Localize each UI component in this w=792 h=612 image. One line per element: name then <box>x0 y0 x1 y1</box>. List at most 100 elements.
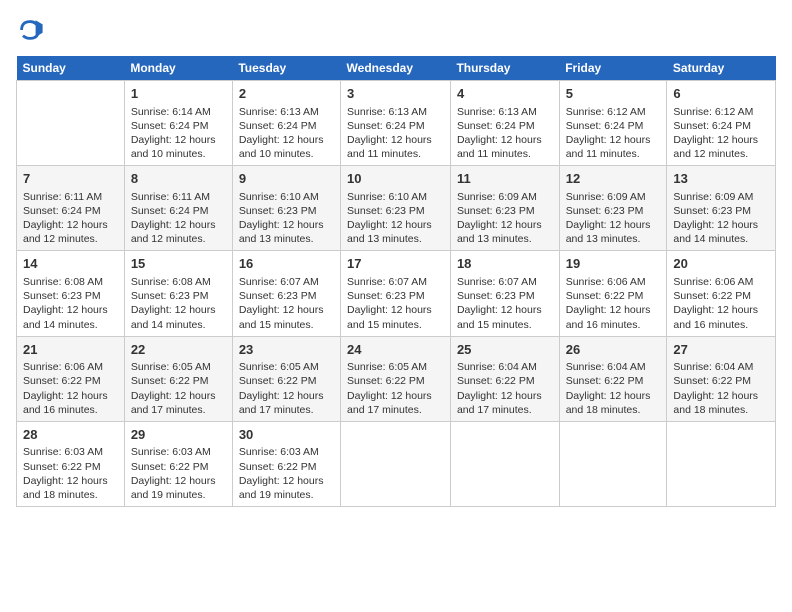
daylight-text: Daylight: 12 hours and 17 minutes. <box>457 389 553 417</box>
calendar-cell <box>667 421 776 506</box>
calendar-cell: 30Sunrise: 6:03 AMSunset: 6:22 PMDayligh… <box>232 421 340 506</box>
sunset-text: Sunset: 6:23 PM <box>239 204 334 218</box>
sunset-text: Sunset: 6:24 PM <box>23 204 118 218</box>
daylight-text: Daylight: 12 hours and 15 minutes. <box>239 303 334 331</box>
sunrise-text: Sunrise: 6:03 AM <box>131 445 226 459</box>
calendar-cell: 10Sunrise: 6:10 AMSunset: 6:23 PMDayligh… <box>341 166 451 251</box>
daylight-text: Daylight: 12 hours and 17 minutes. <box>131 389 226 417</box>
calendar-cell: 15Sunrise: 6:08 AMSunset: 6:23 PMDayligh… <box>124 251 232 336</box>
logo-icon <box>16 16 44 44</box>
daylight-text: Daylight: 12 hours and 11 minutes. <box>347 133 444 161</box>
sunset-text: Sunset: 6:24 PM <box>131 119 226 133</box>
calendar-week-1: 7Sunrise: 6:11 AMSunset: 6:24 PMDaylight… <box>17 166 776 251</box>
sunrise-text: Sunrise: 6:13 AM <box>239 105 334 119</box>
day-number: 23 <box>239 341 334 359</box>
sunrise-text: Sunrise: 6:03 AM <box>239 445 334 459</box>
calendar-week-3: 21Sunrise: 6:06 AMSunset: 6:22 PMDayligh… <box>17 336 776 421</box>
day-number: 18 <box>457 255 553 273</box>
calendar-cell: 27Sunrise: 6:04 AMSunset: 6:22 PMDayligh… <box>667 336 776 421</box>
day-number: 19 <box>566 255 661 273</box>
calendar-header-row: SundayMondayTuesdayWednesdayThursdayFrid… <box>17 56 776 81</box>
header-wednesday: Wednesday <box>341 56 451 81</box>
sunrise-text: Sunrise: 6:06 AM <box>566 275 661 289</box>
calendar-cell: 26Sunrise: 6:04 AMSunset: 6:22 PMDayligh… <box>559 336 667 421</box>
sunset-text: Sunset: 6:22 PM <box>239 374 334 388</box>
sunset-text: Sunset: 6:24 PM <box>131 204 226 218</box>
daylight-text: Daylight: 12 hours and 18 minutes. <box>23 474 118 502</box>
day-number: 5 <box>566 85 661 103</box>
sunset-text: Sunset: 6:22 PM <box>239 460 334 474</box>
sunset-text: Sunset: 6:24 PM <box>457 119 553 133</box>
daylight-text: Daylight: 12 hours and 15 minutes. <box>347 303 444 331</box>
daylight-text: Daylight: 12 hours and 16 minutes. <box>23 389 118 417</box>
sunset-text: Sunset: 6:22 PM <box>566 289 661 303</box>
sunset-text: Sunset: 6:23 PM <box>566 204 661 218</box>
daylight-text: Daylight: 12 hours and 14 minutes. <box>673 218 769 246</box>
sunset-text: Sunset: 6:23 PM <box>673 204 769 218</box>
day-number: 6 <box>673 85 769 103</box>
day-number: 7 <box>23 170 118 188</box>
sunset-text: Sunset: 6:24 PM <box>239 119 334 133</box>
sunset-text: Sunset: 6:24 PM <box>673 119 769 133</box>
day-number: 30 <box>239 426 334 444</box>
sunset-text: Sunset: 6:23 PM <box>457 289 553 303</box>
sunset-text: Sunset: 6:23 PM <box>457 204 553 218</box>
sunset-text: Sunset: 6:22 PM <box>673 374 769 388</box>
sunset-text: Sunset: 6:23 PM <box>347 204 444 218</box>
calendar-cell: 25Sunrise: 6:04 AMSunset: 6:22 PMDayligh… <box>450 336 559 421</box>
sunrise-text: Sunrise: 6:10 AM <box>239 190 334 204</box>
sunrise-text: Sunrise: 6:07 AM <box>347 275 444 289</box>
sunrise-text: Sunrise: 6:03 AM <box>23 445 118 459</box>
daylight-text: Daylight: 12 hours and 10 minutes. <box>131 133 226 161</box>
sunrise-text: Sunrise: 6:09 AM <box>566 190 661 204</box>
sunrise-text: Sunrise: 6:04 AM <box>457 360 553 374</box>
day-number: 14 <box>23 255 118 273</box>
sunrise-text: Sunrise: 6:08 AM <box>23 275 118 289</box>
sunset-text: Sunset: 6:23 PM <box>239 289 334 303</box>
header-saturday: Saturday <box>667 56 776 81</box>
sunrise-text: Sunrise: 6:12 AM <box>673 105 769 119</box>
day-number: 13 <box>673 170 769 188</box>
day-number: 8 <box>131 170 226 188</box>
day-number: 27 <box>673 341 769 359</box>
day-number: 29 <box>131 426 226 444</box>
calendar-cell: 13Sunrise: 6:09 AMSunset: 6:23 PMDayligh… <box>667 166 776 251</box>
sunrise-text: Sunrise: 6:13 AM <box>457 105 553 119</box>
sunset-text: Sunset: 6:22 PM <box>566 374 661 388</box>
day-number: 15 <box>131 255 226 273</box>
daylight-text: Daylight: 12 hours and 18 minutes. <box>566 389 661 417</box>
daylight-text: Daylight: 12 hours and 16 minutes. <box>673 303 769 331</box>
sunrise-text: Sunrise: 6:14 AM <box>131 105 226 119</box>
calendar-cell: 14Sunrise: 6:08 AMSunset: 6:23 PMDayligh… <box>17 251 125 336</box>
calendar-cell: 29Sunrise: 6:03 AMSunset: 6:22 PMDayligh… <box>124 421 232 506</box>
sunset-text: Sunset: 6:22 PM <box>131 374 226 388</box>
daylight-text: Daylight: 12 hours and 15 minutes. <box>457 303 553 331</box>
sunrise-text: Sunrise: 6:09 AM <box>457 190 553 204</box>
calendar-cell: 23Sunrise: 6:05 AMSunset: 6:22 PMDayligh… <box>232 336 340 421</box>
daylight-text: Daylight: 12 hours and 12 minutes. <box>23 218 118 246</box>
header-sunday: Sunday <box>17 56 125 81</box>
day-number: 9 <box>239 170 334 188</box>
sunset-text: Sunset: 6:23 PM <box>131 289 226 303</box>
sunset-text: Sunset: 6:22 PM <box>23 460 118 474</box>
calendar-cell <box>450 421 559 506</box>
day-number: 24 <box>347 341 444 359</box>
sunset-text: Sunset: 6:22 PM <box>347 374 444 388</box>
sunrise-text: Sunrise: 6:07 AM <box>457 275 553 289</box>
daylight-text: Daylight: 12 hours and 13 minutes. <box>457 218 553 246</box>
sunset-text: Sunset: 6:22 PM <box>131 460 226 474</box>
daylight-text: Daylight: 12 hours and 14 minutes. <box>23 303 118 331</box>
sunset-text: Sunset: 6:23 PM <box>347 289 444 303</box>
calendar-cell: 9Sunrise: 6:10 AMSunset: 6:23 PMDaylight… <box>232 166 340 251</box>
calendar-cell <box>17 81 125 166</box>
day-number: 4 <box>457 85 553 103</box>
calendar-cell: 4Sunrise: 6:13 AMSunset: 6:24 PMDaylight… <box>450 81 559 166</box>
daylight-text: Daylight: 12 hours and 19 minutes. <box>239 474 334 502</box>
daylight-text: Daylight: 12 hours and 14 minutes. <box>131 303 226 331</box>
calendar-cell: 5Sunrise: 6:12 AMSunset: 6:24 PMDaylight… <box>559 81 667 166</box>
header-thursday: Thursday <box>450 56 559 81</box>
header-monday: Monday <box>124 56 232 81</box>
sunrise-text: Sunrise: 6:04 AM <box>673 360 769 374</box>
day-number: 11 <box>457 170 553 188</box>
sunrise-text: Sunrise: 6:07 AM <box>239 275 334 289</box>
